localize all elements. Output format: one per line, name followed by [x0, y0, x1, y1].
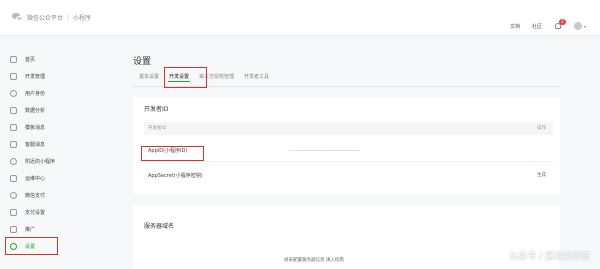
sidebar-item-analytics[interactable]: 数据分析: [10, 105, 45, 115]
sidebar-item-label: 开发管理: [25, 73, 46, 80]
docs-link[interactable]: 文档: [510, 23, 520, 30]
column-header-action: 操作: [537, 126, 546, 131]
home-icon: [10, 55, 17, 63]
sidebar-item-label: 用户身份: [25, 90, 46, 97]
sidebar-item-nearby[interactable]: 附近的小程序: [10, 156, 55, 166]
chart-icon: [10, 106, 17, 114]
sidebar-item-wechat-pay[interactable]: 微信支付: [10, 190, 45, 200]
generate-secret-button[interactable]: 生成: [537, 168, 546, 184]
tab-dev-tools[interactable]: 开发者工具: [243, 72, 270, 82]
top-bar: 微信公众平台 | 小程序 文档 社区 2 ▾: [0, 0, 600, 36]
table-header: 开发者ID 操作: [144, 122, 553, 135]
column-header-id: 开发者ID: [148, 126, 167, 131]
sidebar-item-label: 微信支付: [25, 192, 46, 199]
code-icon: [10, 72, 17, 80]
appid-value[interactable]: ~~~~~~~~~~~~~~~~~~~~: [289, 143, 360, 159]
sidebar-item-label: 推广: [25, 226, 36, 233]
chevron-down-icon: ▾: [583, 23, 586, 29]
highlight-tab-box: [164, 67, 207, 88]
sidebar-item-dev-management[interactable]: 开发管理: [10, 71, 45, 81]
table-row-appid: AppID(小程序ID) ~~~~~~~~~~~~~~~~~~~~: [144, 143, 553, 159]
highlight-appid-box: [141, 146, 204, 161]
wrench-icon: [10, 174, 17, 182]
sidebar-item-customer-service[interactable]: 客服消息: [10, 139, 45, 149]
top-right-actions: 文档 社区 2 ▾: [510, 19, 586, 30]
sidebar-item-user-identity[interactable]: 用户身份: [10, 88, 45, 98]
user-icon: [10, 89, 17, 97]
notification-badge: 2: [558, 19, 566, 25]
sidebar-item-promote[interactable]: 推广: [10, 224, 35, 234]
avatar: [573, 22, 582, 30]
sidebar-item-payment-settings[interactable]: 支付设置: [10, 207, 45, 217]
product-name: 小程序: [73, 15, 92, 22]
community-link[interactable]: 社区: [532, 23, 542, 30]
payment-settings-icon: [10, 208, 17, 216]
message-icon: [10, 140, 17, 148]
server-domain-title: 服务器域名: [144, 223, 175, 230]
pay-icon: [10, 191, 17, 199]
promote-icon: [10, 225, 17, 233]
watermark: 头条号 / 嘉滋实验室: [509, 252, 590, 262]
highlight-settings-box: [5, 237, 58, 255]
appsecret-label: AppSecret(小程序密钥): [148, 173, 203, 179]
brand-separator: |: [67, 14, 70, 21]
sidebar-item-label: 运维中心: [25, 175, 46, 182]
developer-id-title: 开发者ID: [144, 106, 169, 113]
notification-bell[interactable]: 2: [554, 19, 566, 30]
sidebar-item-label: 首页: [25, 56, 36, 63]
account-menu[interactable]: ▾: [573, 22, 586, 30]
server-domain-card: 服务器域名 尚未配置服务器信息 填入指南: [133, 205, 560, 269]
page-title: 设置: [133, 57, 152, 67]
tab-basic-settings[interactable]: 基本设置: [138, 72, 160, 82]
template-icon: [10, 123, 17, 131]
sidebar-item-label: 支付设置: [25, 209, 46, 216]
sidebar-item-label: 附近的小程序: [25, 158, 56, 165]
wechat-logo-icon: [12, 13, 23, 22]
sidebar-item-home[interactable]: 首页: [10, 54, 35, 64]
sidebar-item-label: 客服消息: [25, 141, 46, 148]
location-icon: [10, 157, 17, 165]
server-domain-note: 尚未配置服务器信息 填入指南: [284, 257, 344, 263]
sidebar-item-operations[interactable]: 运维中心: [10, 173, 45, 183]
server-note-text: 尚未配置服务器信息: [284, 258, 325, 263]
platform-name: 微信公众平台: [27, 15, 64, 22]
row-divider: [144, 161, 553, 162]
setup-guide-link[interactable]: 填入指南: [326, 258, 344, 263]
sidebar-item-label: 模板消息: [25, 124, 46, 131]
table-row-appsecret: AppSecret(小程序密钥) 生成: [144, 168, 553, 184]
sidebar-item-label: 数据分析: [25, 107, 46, 114]
brand[interactable]: 微信公众平台 | 小程序: [12, 13, 91, 22]
sidebar-item-template-messages[interactable]: 模板消息: [10, 122, 45, 132]
